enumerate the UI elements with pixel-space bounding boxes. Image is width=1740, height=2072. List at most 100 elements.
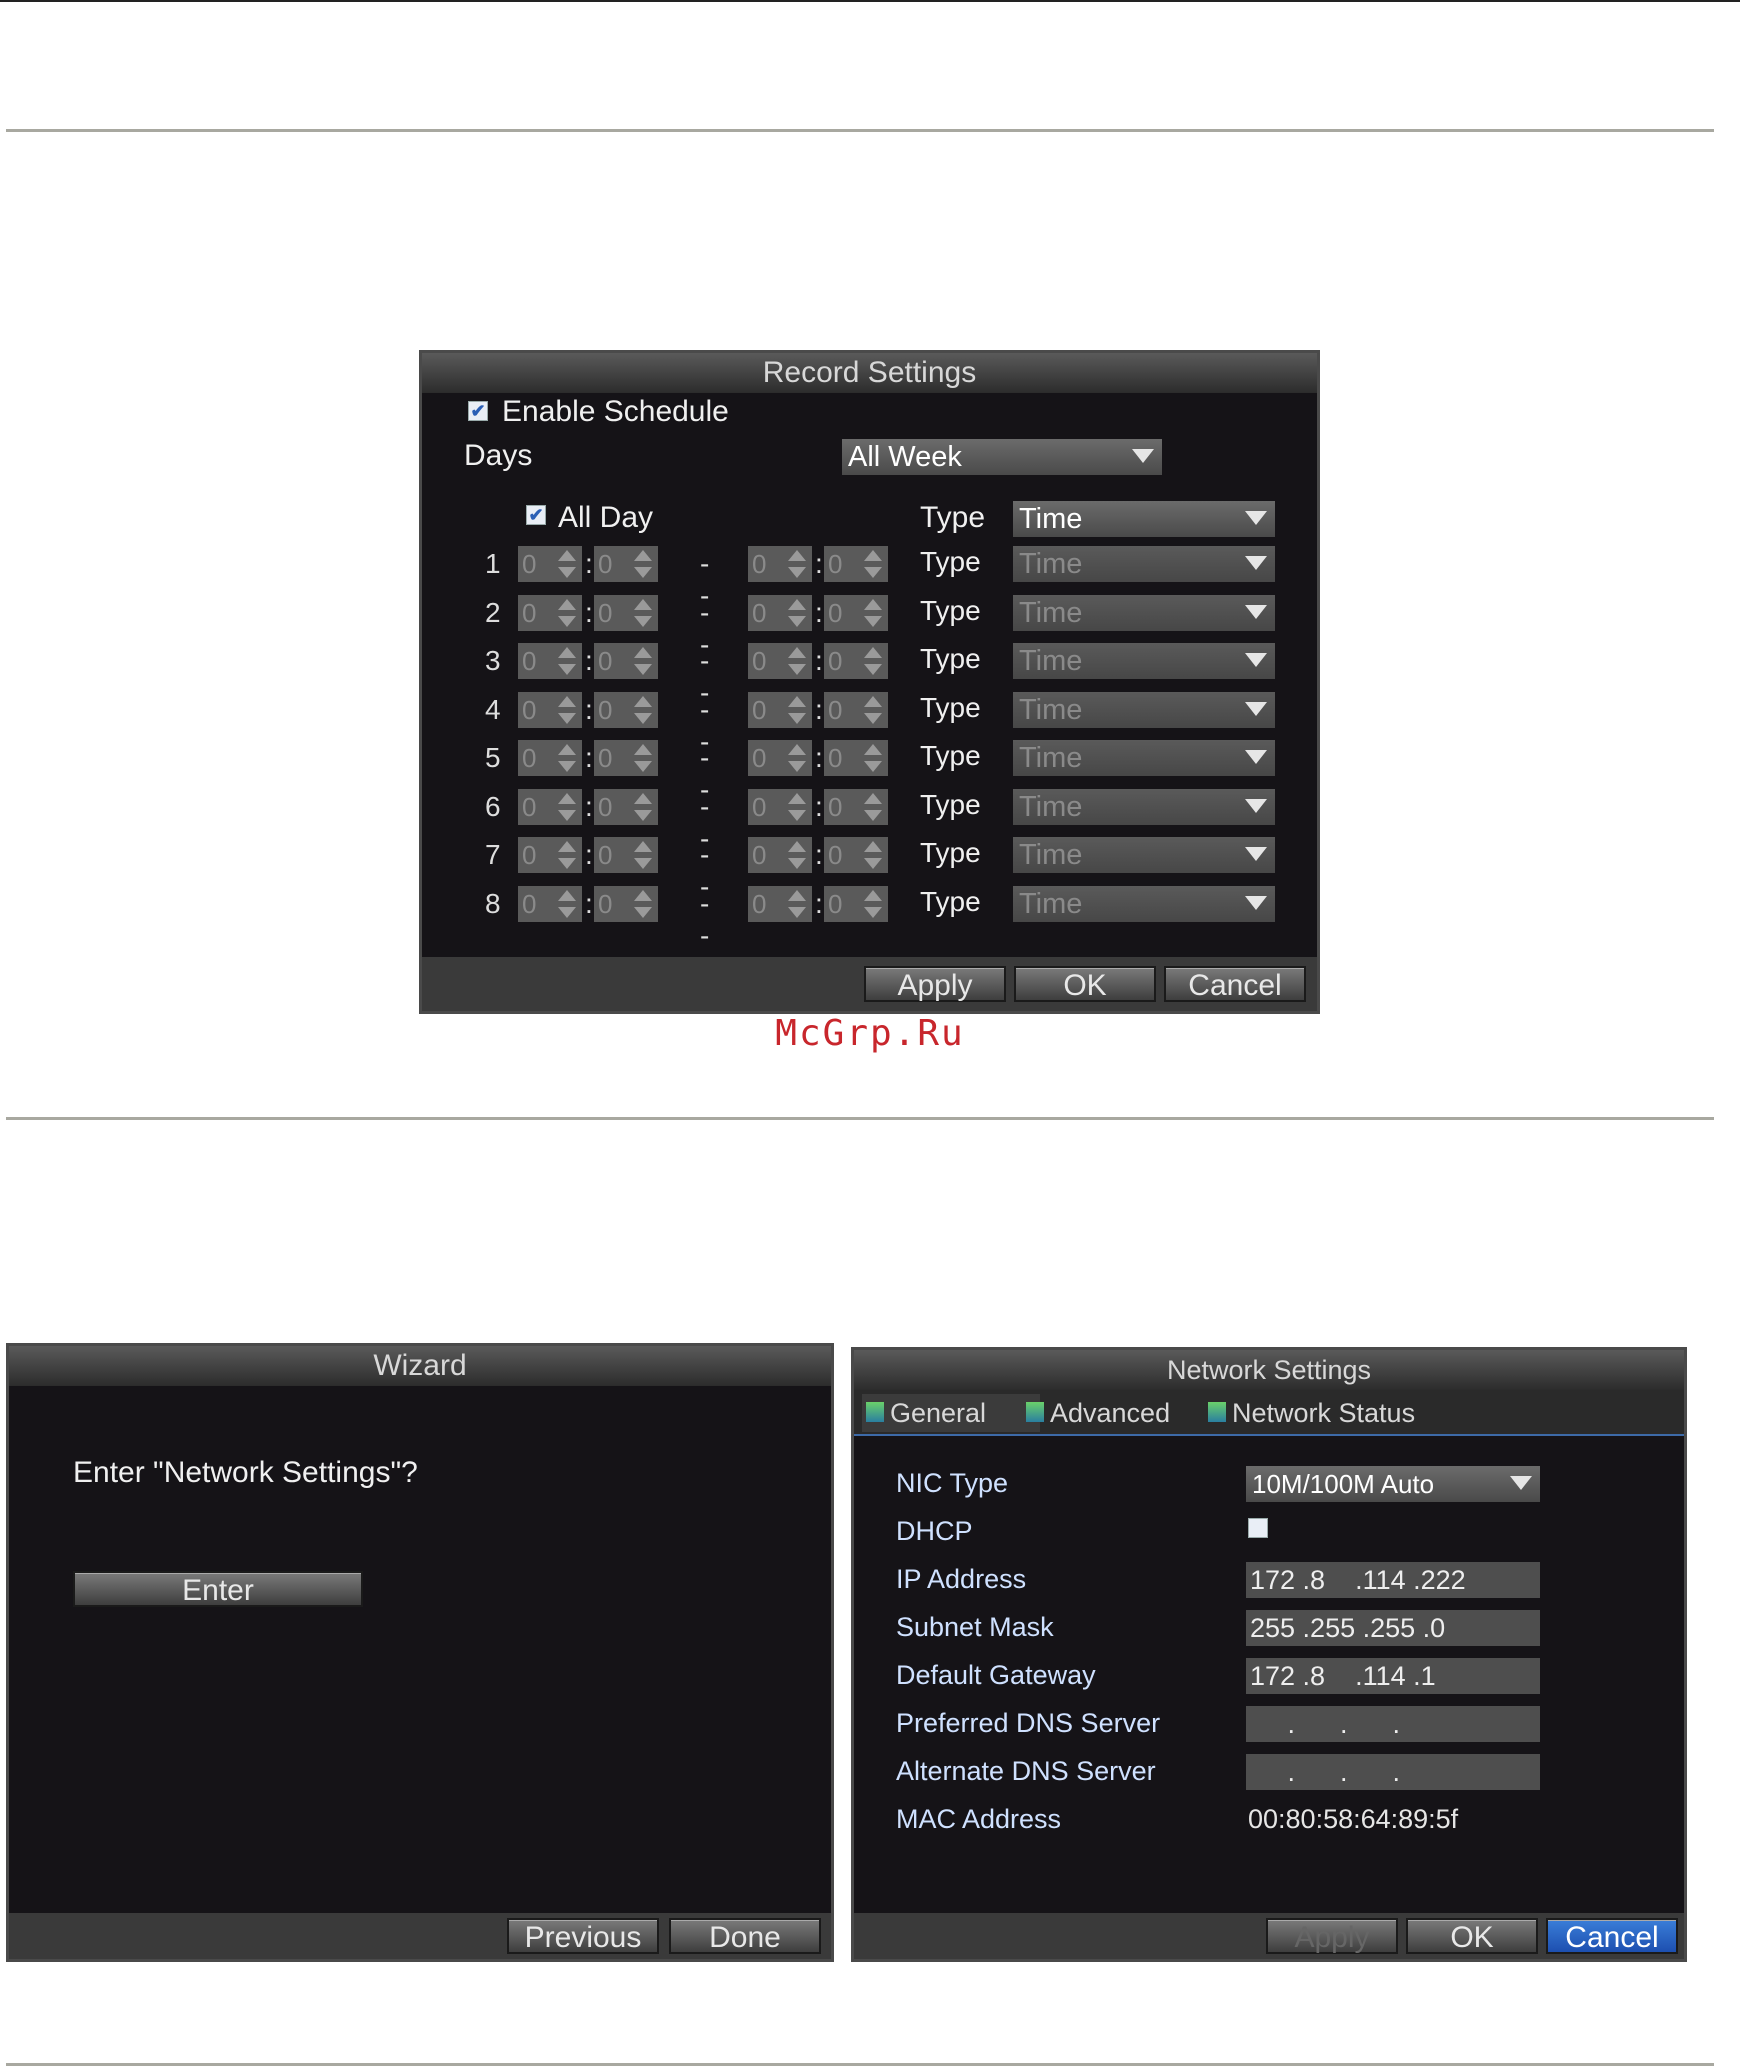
apply-button[interactable]: Apply	[1266, 1918, 1398, 1954]
enter-button[interactable]: Enter	[73, 1571, 363, 1607]
time-spinner[interactable]: 0	[748, 595, 812, 631]
up-down-arrows-icon[interactable]	[634, 550, 652, 578]
type-dropdown[interactable]: Time	[1013, 501, 1275, 537]
up-down-arrows-icon[interactable]	[864, 696, 882, 724]
time-spinner[interactable]: 0	[518, 692, 582, 728]
colon-separator: :	[815, 839, 823, 870]
time-spinner[interactable]: 0	[824, 692, 888, 728]
time-spinner[interactable]: 0	[594, 595, 658, 631]
up-down-arrows-icon[interactable]	[558, 744, 576, 772]
up-down-arrows-icon[interactable]	[788, 744, 806, 772]
arrow-up-icon	[788, 647, 806, 658]
up-down-arrows-icon[interactable]	[558, 599, 576, 627]
time-spinner[interactable]: 0	[594, 837, 658, 873]
alternate-dns-field[interactable]: . . .	[1246, 1754, 1540, 1790]
up-down-arrows-icon[interactable]	[634, 599, 652, 627]
time-spinner[interactable]: 0	[824, 595, 888, 631]
time-spinner[interactable]: 0	[518, 595, 582, 631]
row-type-dropdown[interactable]: Time	[1013, 643, 1275, 679]
row-type-dropdown[interactable]: Time	[1013, 546, 1275, 582]
time-spinner[interactable]: 0	[518, 546, 582, 582]
time-spinner[interactable]: 0	[748, 837, 812, 873]
days-dropdown[interactable]: All Week	[842, 439, 1162, 475]
arrow-up-icon	[634, 890, 652, 901]
done-button[interactable]: Done	[669, 1918, 821, 1954]
time-spinner[interactable]: 0	[824, 789, 888, 825]
up-down-arrows-icon[interactable]	[558, 841, 576, 869]
up-down-arrows-icon[interactable]	[788, 599, 806, 627]
dhcp-checkbox[interactable]	[1248, 1518, 1268, 1538]
ip-address-field[interactable]: 172 .8 .114 .222	[1246, 1562, 1540, 1598]
ok-button[interactable]: OK	[1014, 966, 1156, 1002]
apply-button[interactable]: Apply	[864, 966, 1006, 1002]
up-down-arrows-icon[interactable]	[864, 599, 882, 627]
up-down-arrows-icon[interactable]	[864, 890, 882, 918]
time-spinner[interactable]: 0	[824, 740, 888, 776]
time-spinner[interactable]: 0	[824, 886, 888, 922]
up-down-arrows-icon[interactable]	[864, 841, 882, 869]
time-spinner[interactable]: 0	[748, 692, 812, 728]
time-spinner[interactable]: 0	[518, 837, 582, 873]
row-type-dropdown[interactable]: Time	[1013, 692, 1275, 728]
up-down-arrows-icon[interactable]	[634, 793, 652, 821]
up-down-arrows-icon[interactable]	[558, 696, 576, 724]
time-spinner[interactable]: 0	[748, 886, 812, 922]
up-down-arrows-icon[interactable]	[864, 793, 882, 821]
up-down-arrows-icon[interactable]	[558, 647, 576, 675]
preferred-dns-field[interactable]: . . .	[1246, 1706, 1540, 1742]
up-down-arrows-icon[interactable]	[634, 696, 652, 724]
time-spinner[interactable]: 0	[594, 886, 658, 922]
up-down-arrows-icon[interactable]	[558, 550, 576, 578]
tab-general[interactable]: General	[862, 1394, 1040, 1432]
time-spinner[interactable]: 0	[594, 789, 658, 825]
time-spinner[interactable]: 0	[594, 740, 658, 776]
time-spinner[interactable]: 0	[748, 789, 812, 825]
time-spinner[interactable]: 0	[518, 740, 582, 776]
time-spinner[interactable]: 0	[824, 643, 888, 679]
up-down-arrows-icon[interactable]	[788, 647, 806, 675]
time-spinner[interactable]: 0	[748, 643, 812, 679]
time-spinner[interactable]: 0	[518, 789, 582, 825]
time-spinner[interactable]: 0	[518, 886, 582, 922]
subnet-mask-field[interactable]: 255 .255 .255 .0	[1246, 1610, 1540, 1646]
default-gateway-field[interactable]: 172 .8 .114 .1	[1246, 1658, 1540, 1694]
tab-network-status[interactable]: Network Status	[1204, 1394, 1472, 1432]
up-down-arrows-icon[interactable]	[558, 793, 576, 821]
row-type-value: Time	[1019, 548, 1083, 580]
arrow-up-icon	[864, 599, 882, 610]
row-type-dropdown[interactable]: Time	[1013, 595, 1275, 631]
row-type-dropdown[interactable]: Time	[1013, 789, 1275, 825]
time-spinner[interactable]: 0	[824, 837, 888, 873]
up-down-arrows-icon[interactable]	[788, 841, 806, 869]
time-spinner[interactable]: 0	[748, 546, 812, 582]
up-down-arrows-icon[interactable]	[634, 890, 652, 918]
row-type-dropdown[interactable]: Time	[1013, 837, 1275, 873]
row-type-dropdown[interactable]: Time	[1013, 886, 1275, 922]
up-down-arrows-icon[interactable]	[788, 890, 806, 918]
up-down-arrows-icon[interactable]	[788, 696, 806, 724]
up-down-arrows-icon[interactable]	[634, 647, 652, 675]
up-down-arrows-icon[interactable]	[788, 550, 806, 578]
up-down-arrows-icon[interactable]	[634, 841, 652, 869]
up-down-arrows-icon[interactable]	[634, 744, 652, 772]
time-spinner[interactable]: 0	[824, 546, 888, 582]
cancel-button[interactable]: Cancel	[1546, 1918, 1678, 1954]
time-spinner[interactable]: 0	[594, 546, 658, 582]
all-day-checkbox[interactable]: ✔	[526, 505, 546, 525]
enable-schedule-checkbox[interactable]: ✔	[468, 401, 488, 421]
up-down-arrows-icon[interactable]	[864, 744, 882, 772]
up-down-arrows-icon[interactable]	[788, 793, 806, 821]
nic-type-dropdown[interactable]: 10M/100M Auto	[1246, 1466, 1540, 1502]
cancel-button[interactable]: Cancel	[1164, 966, 1306, 1002]
time-spinner[interactable]: 0	[594, 692, 658, 728]
up-down-arrows-icon[interactable]	[864, 647, 882, 675]
up-down-arrows-icon[interactable]	[558, 890, 576, 918]
time-spinner[interactable]: 0	[748, 740, 812, 776]
tab-advanced[interactable]: Advanced	[1022, 1394, 1220, 1432]
up-down-arrows-icon[interactable]	[864, 550, 882, 578]
ok-button[interactable]: OK	[1406, 1918, 1538, 1954]
row-type-dropdown[interactable]: Time	[1013, 740, 1275, 776]
previous-button[interactable]: Previous	[507, 1918, 659, 1954]
time-spinner[interactable]: 0	[594, 643, 658, 679]
time-spinner[interactable]: 0	[518, 643, 582, 679]
